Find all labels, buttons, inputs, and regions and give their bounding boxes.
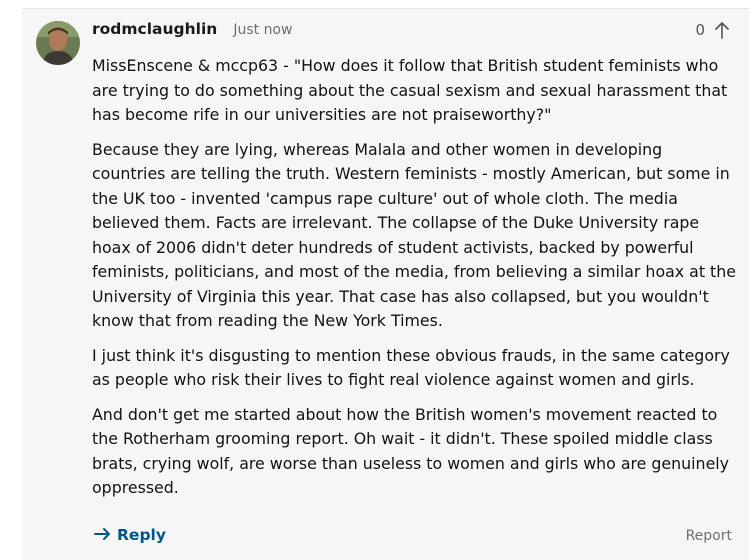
comment-paragraph: MissEnscene & mccp63 - "How does it foll… bbox=[92, 56, 728, 124]
comment-header: rodmclaughlin Just now bbox=[92, 20, 292, 44]
avatar[interactable] bbox=[36, 21, 80, 65]
comment-paragraph: I just think it's disgusting to mention … bbox=[92, 345, 730, 390]
vote-widget: 0 bbox=[695, 21, 729, 39]
reply-label: Reply bbox=[117, 526, 166, 544]
reply-button[interactable]: Reply bbox=[94, 526, 166, 544]
comment-body: MissEnscene & mccp63 - "How does it foll… bbox=[92, 54, 737, 511]
comment-paragraph: And don't get me started about how the B… bbox=[92, 404, 730, 498]
timestamp[interactable]: Just now bbox=[233, 22, 292, 38]
vote-count: 0 bbox=[695, 21, 705, 39]
report-link[interactable]: Report bbox=[686, 528, 732, 544]
arrow-right-icon bbox=[94, 526, 111, 544]
arrow-up-icon[interactable] bbox=[715, 21, 729, 39]
comment-paragraph: Because they are lying, whereas Malala a… bbox=[92, 139, 736, 331]
comment-card: rodmclaughlin Just now 0 MissEnscene & m… bbox=[22, 8, 749, 560]
username-link[interactable]: rodmclaughlin bbox=[92, 20, 217, 38]
